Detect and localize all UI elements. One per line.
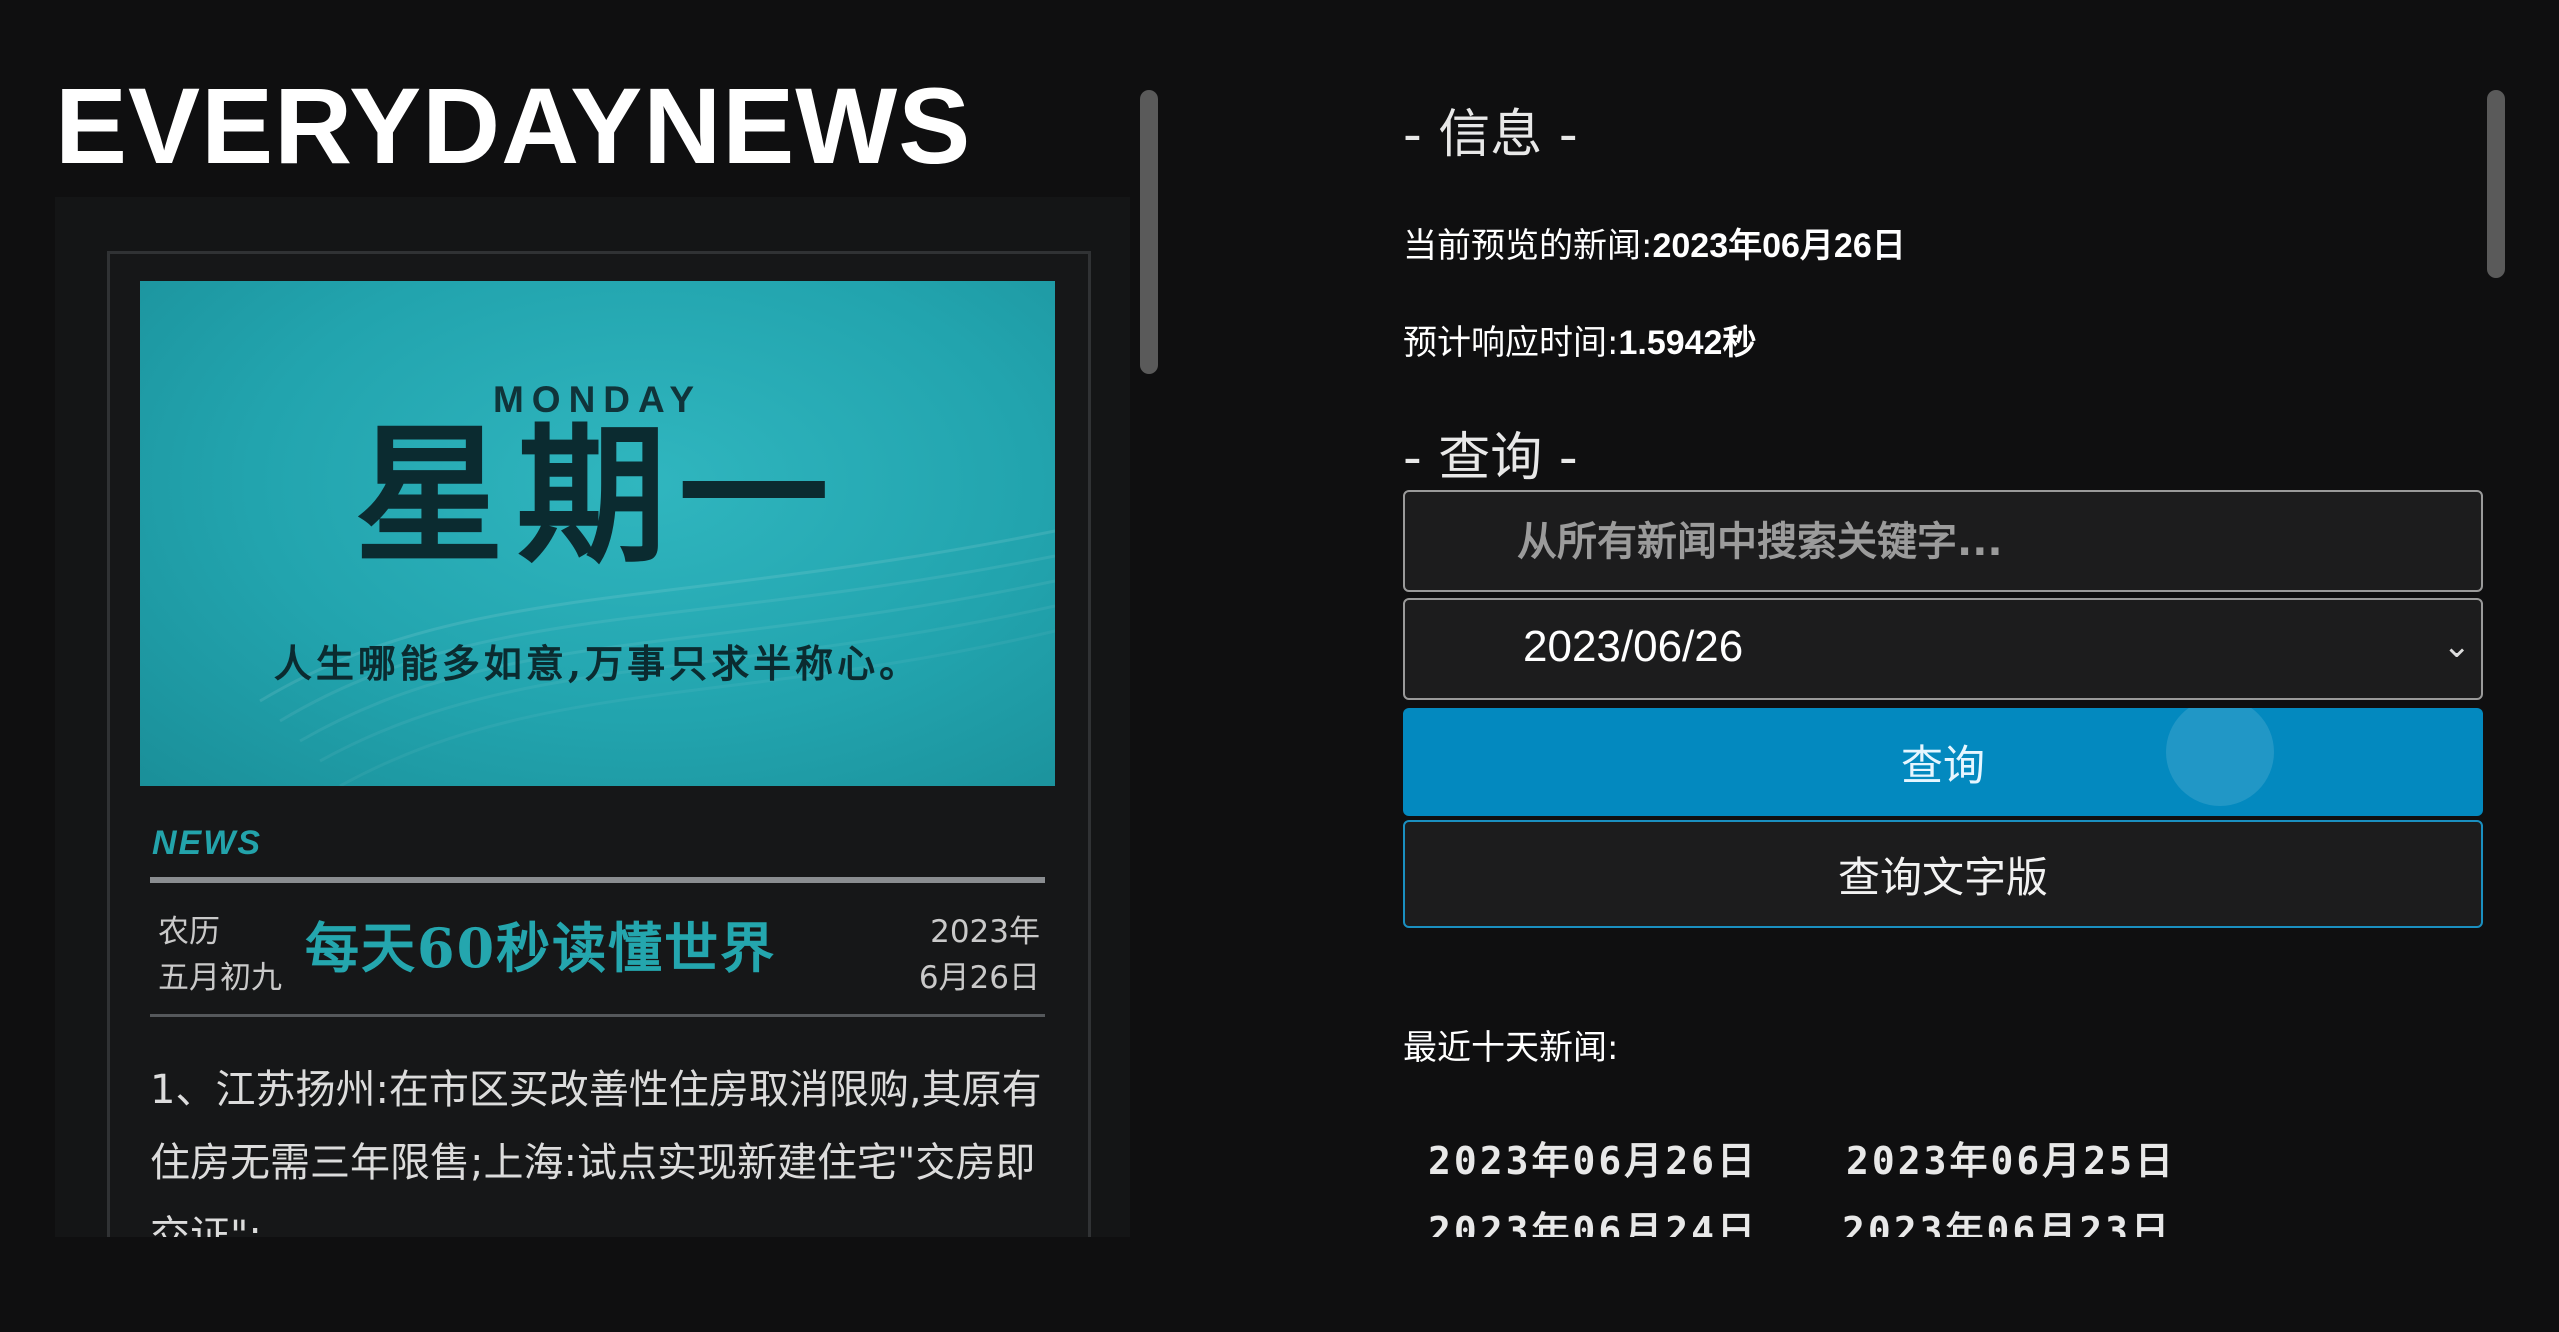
masthead-title: 每天60秒读懂世界 bbox=[305, 916, 777, 980]
query-section-title: - 查询 - bbox=[1403, 428, 1578, 488]
response-time-info: 预计响应时间:1.5942秒 bbox=[1403, 315, 1756, 364]
sidebar-scrollbar[interactable] bbox=[2487, 90, 2505, 278]
ripple-effect bbox=[2166, 708, 2274, 806]
keyword-search-input[interactable] bbox=[1515, 492, 2459, 592]
news-card: MONDAY 星期一 人生哪能多如意,万事只求半称心。 NEWS 农历 五月初九… bbox=[107, 251, 1091, 1237]
viewport-bottom-mask bbox=[0, 1237, 2559, 1332]
chevron-down-icon: ⌄ bbox=[2442, 626, 2472, 666]
info-section-title: - 信息 - bbox=[1403, 105, 1578, 165]
article-text: 1、江苏扬州:在市区买改善性住房取消限购,其原有住房无需三年限售;上海:试点实现… bbox=[150, 1067, 1042, 1237]
query-button-label: 查询 bbox=[1900, 740, 1985, 790]
current-preview-value: 2023年06月26日 bbox=[1652, 227, 1906, 265]
weekday-chinese: 星期一 bbox=[354, 408, 841, 584]
weekday-banner-image: MONDAY 星期一 人生哪能多如意,万事只求半称心。 bbox=[140, 281, 1055, 786]
divider bbox=[150, 1014, 1045, 1017]
lunar-date: 农历 五月初九 bbox=[158, 909, 282, 1001]
divider bbox=[150, 877, 1045, 883]
query-text-version-button[interactable]: 查询文字版 bbox=[1403, 820, 2483, 928]
response-time-value: 1.5942秒 bbox=[1618, 324, 1757, 362]
response-time-label: 预计响应时间: bbox=[1403, 323, 1619, 363]
recent-news-link[interactable]: 2023年06月26日 bbox=[1428, 1130, 1758, 1185]
current-preview-label: 当前预览的新闻: bbox=[1403, 226, 1653, 266]
date-year: 2023年 bbox=[930, 914, 1040, 950]
news-tag: NEWS bbox=[152, 824, 262, 862]
current-preview-info: 当前预览的新闻:2023年06月26日 bbox=[1403, 218, 1906, 267]
date-select-value: 2023/06/26 bbox=[1523, 622, 1744, 671]
date-monthday: 6月26日 bbox=[918, 960, 1040, 996]
recent-news-label: 最近十天新闻: bbox=[1403, 1028, 1619, 1068]
query-button[interactable]: 查询 bbox=[1403, 708, 2483, 816]
news-preview-panel: MONDAY 星期一 人生哪能多如意,万事只求半称心。 NEWS 农历 五月初九… bbox=[55, 197, 1130, 1237]
lunar-label: 农历 bbox=[158, 914, 220, 950]
gregorian-date: 2023年 6月26日 bbox=[919, 909, 1040, 1001]
recent-news-link[interactable]: 2023年06月25日 bbox=[1846, 1130, 2176, 1185]
date-select[interactable]: 2023/06/26 ⌄ bbox=[1403, 598, 2483, 700]
site-logo-title: EVERYDAYNEWS bbox=[55, 65, 972, 186]
query-text-version-label: 查询文字版 bbox=[1837, 852, 2048, 902]
lunar-day: 五月初九 bbox=[158, 960, 282, 996]
keyword-search-field[interactable] bbox=[1403, 490, 2483, 592]
preview-scrollbar[interactable] bbox=[1140, 90, 1158, 374]
banner-motto: 人生哪能多如意,万事只求半称心。 bbox=[273, 641, 922, 686]
